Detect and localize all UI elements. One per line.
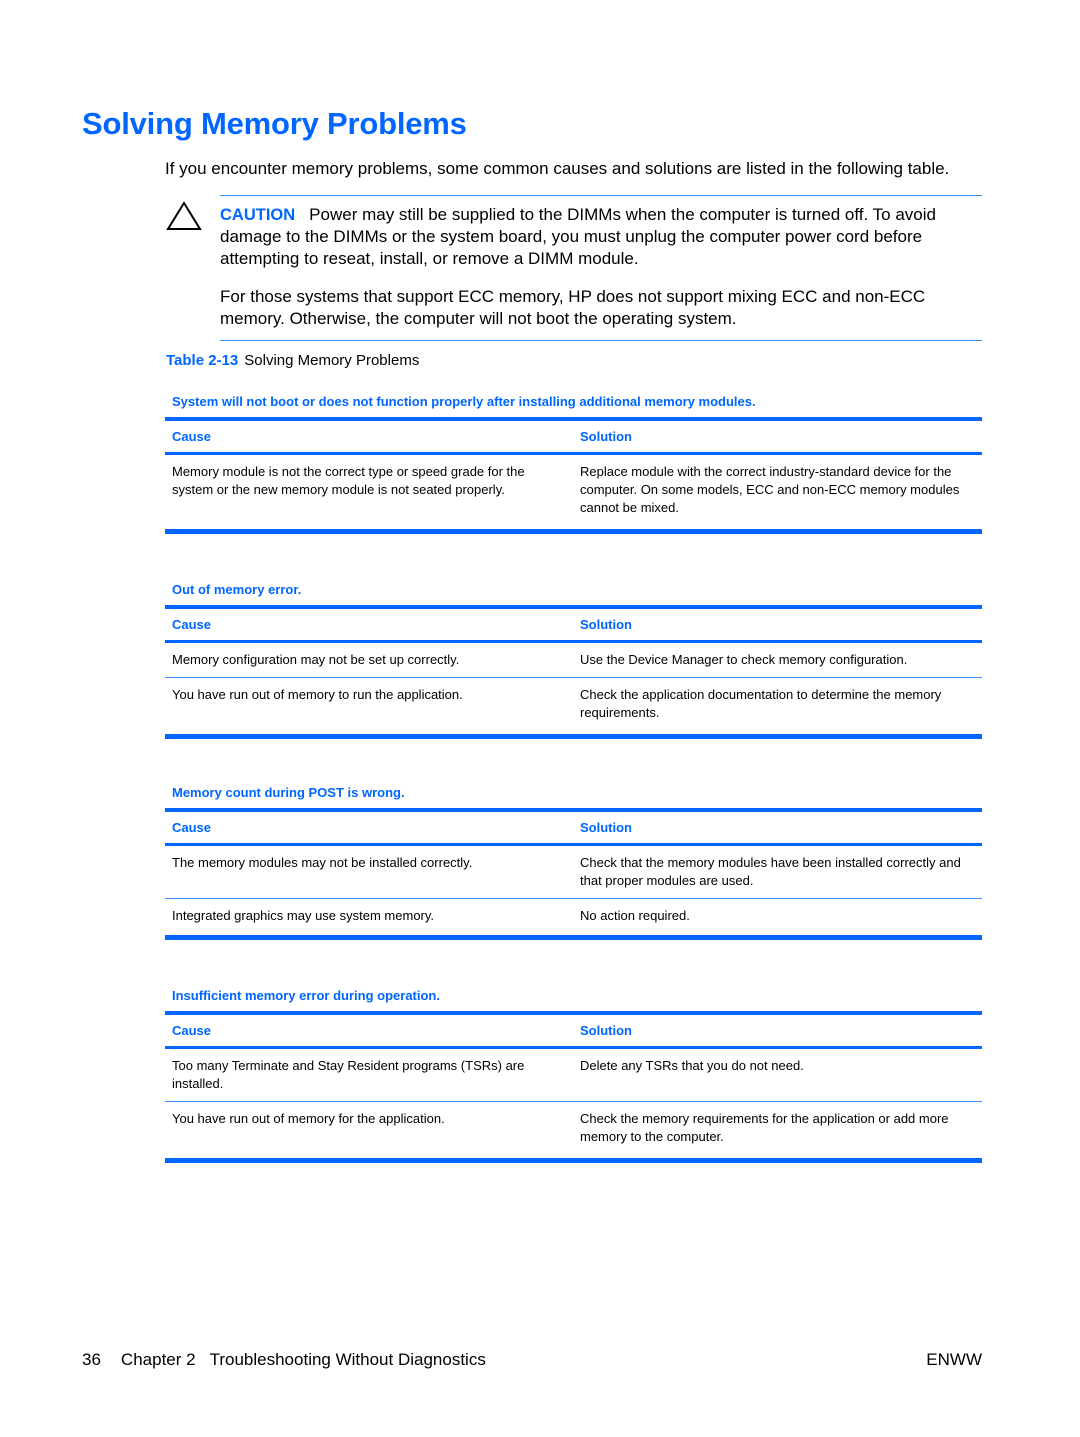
cause-cell: You have run out of memory for the appli… (172, 1111, 445, 1126)
issue-title: System will not boot or does not functio… (172, 394, 756, 409)
cause-header: Cause (172, 617, 212, 632)
caution-label: CAUTION (220, 206, 296, 224)
table-row: You have run out of memory to run the ap… (165, 677, 982, 734)
ecc-note: For those systems that support ECC memor… (220, 287, 926, 328)
solution-cell: No action required. (580, 908, 690, 923)
solution-header: Solution (580, 617, 632, 632)
table-title: Solving Memory Problems (244, 352, 420, 369)
issue-table: Cause Solution Memory module is not the … (165, 417, 982, 534)
table-row: Too many Terminate and Stay Resident pro… (165, 1049, 982, 1101)
caution-body: Power may still be supplied to the DIMMs… (220, 205, 936, 268)
issue-table: Cause Solution The memory modules may no… (165, 808, 982, 940)
cause-cell: The memory modules may not be installed … (172, 855, 473, 870)
solution-cell: Use the Device Manager to check memory c… (580, 652, 908, 667)
issue-section: Memory count during POST is wrong. Cause… (165, 782, 982, 940)
cause-header: Cause (172, 1023, 212, 1038)
table-row: The memory modules may not be installed … (165, 846, 982, 898)
chapter-label: Chapter 2 (120, 1350, 196, 1369)
issue-section: Out of memory error. Cause Solution Memo… (165, 579, 982, 739)
table-header-row: Cause Solution (165, 1015, 982, 1049)
solution-header: Solution (580, 429, 632, 444)
page-footer: 36 Chapter 2 Troubleshooting Without Diagn… (82, 1350, 982, 1370)
issue-title: Insufficient memory error during operati… (172, 988, 440, 1003)
warning-triangle-icon (166, 201, 202, 230)
table-header-row: Cause Solution (165, 421, 982, 455)
table-header-row: Cause Solution (165, 812, 982, 846)
solution-header: Solution (580, 1023, 632, 1038)
cause-header: Cause (172, 820, 212, 835)
caution-notice: CAUTION Power may still be supplied to th… (220, 195, 982, 341)
issue-section: System will not boot or does not functio… (165, 391, 982, 534)
footer-left: 36 Chapter 2 Troubleshooting Without Diagn… (82, 1350, 486, 1370)
solution-cell: Check the application documentation to d… (580, 687, 942, 720)
table-caption: Table 2-13 Solving Memory Problems (166, 352, 419, 369)
cause-cell: You have run out of memory to run the ap… (172, 687, 463, 702)
issue-table: Cause Solution Too many Terminate and St… (165, 1011, 982, 1163)
table-row: You have run out of memory for the appli… (165, 1101, 982, 1158)
issue-title: Out of memory error. (172, 582, 302, 597)
caution-text: CAUTION Power may still be supplied to th… (220, 204, 982, 270)
intro-paragraph: If you encounter memory problems, some c… (165, 159, 950, 178)
solution-header: Solution (580, 820, 632, 835)
cause-cell: Memory module is not the correct type or… (172, 464, 525, 497)
table-row: Memory configuration may not be set up c… (165, 643, 982, 677)
cause-cell: Integrated graphics may use system memor… (172, 908, 435, 923)
solution-cell: Replace module with the correct industry… (580, 464, 960, 515)
issue-section: Insufficient memory error during operati… (165, 985, 982, 1163)
cause-header: Cause (172, 429, 212, 444)
chapter-title: Troubleshooting Without Diagnostics (209, 1350, 486, 1369)
locale-code: ENWW (926, 1350, 982, 1369)
table-row: Integrated graphics may use system memor… (165, 898, 982, 935)
page-title: Solving Memory Problems (82, 106, 467, 141)
table-header-row: Cause Solution (165, 609, 982, 643)
issue-table: Cause Solution Memory configuration may … (165, 605, 982, 739)
cause-cell: Too many Terminate and Stay Resident pro… (172, 1058, 525, 1091)
issue-title: Memory count during POST is wrong. (172, 785, 405, 800)
page-number: 36 (82, 1350, 101, 1369)
solution-cell: Check the memory requirements for the ap… (580, 1111, 949, 1144)
table-row: Memory module is not the correct type or… (165, 455, 982, 529)
solution-cell: Delete any TSRs that you do not need. (580, 1058, 804, 1073)
cause-cell: Memory configuration may not be set up c… (172, 652, 460, 667)
table-number: Table 2-13 (166, 352, 239, 369)
solution-cell: Check that the memory modules have been … (580, 855, 961, 888)
